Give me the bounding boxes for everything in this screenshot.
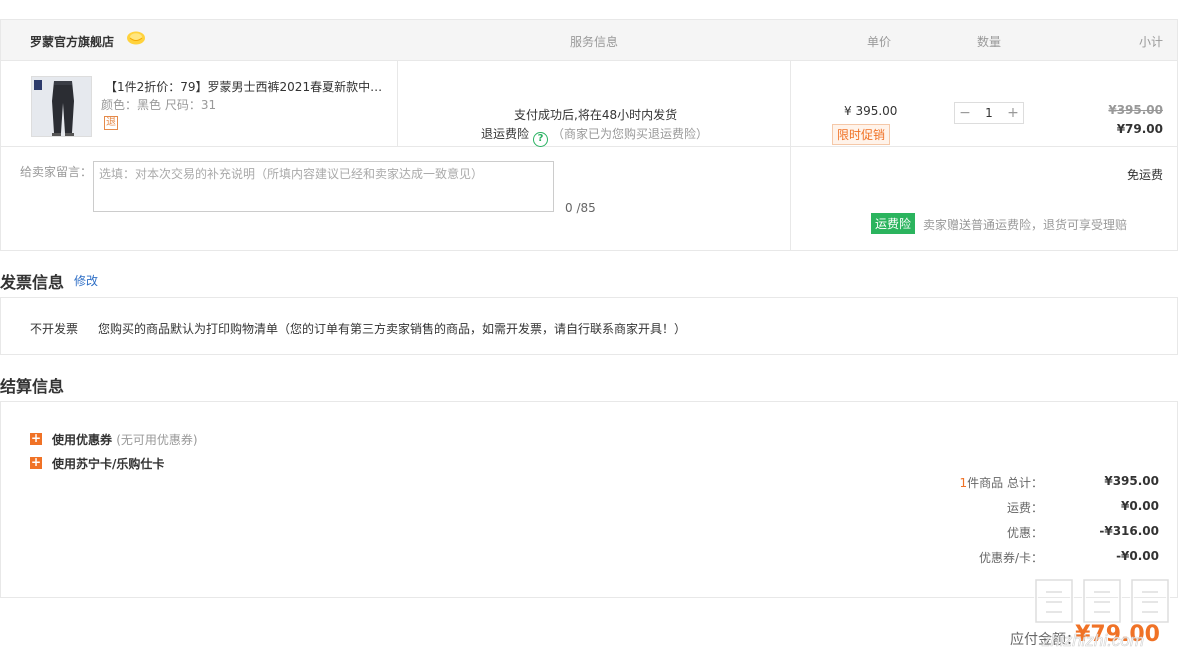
header-unit-price: 单价: [867, 35, 892, 49]
message-counter: 0 /85: [565, 201, 596, 215]
header-subtotal: 小计: [1138, 35, 1163, 49]
free-shipping-label: 免运费: [1126, 168, 1163, 182]
shipping-insurance-desc: 卖家赠送普通运费险，退货可享受理赔: [923, 218, 1128, 232]
coupon-label: 使用优惠券: [52, 433, 113, 447]
use-card-option[interactable]: 使用苏宁卡/乐购仕卡: [52, 455, 164, 472]
settlement-panel: + 使用优惠券 (无可用优惠券) + 使用苏宁卡/乐购仕卡 1件商品 总计： ¥…: [0, 401, 1178, 598]
amount-due-label: 应付金额：: [1010, 632, 1080, 648]
shipping-promise: 支付成功后,将在48小时内发货: [514, 108, 678, 122]
goods-total: ¥395.00: [1104, 474, 1159, 488]
product-image-icon: [32, 77, 91, 136]
store-name[interactable]: 罗蒙官方旗舰店: [30, 33, 114, 50]
item-count-label: 1件商品 总计：: [923, 474, 1043, 491]
invoice-title: 发票信息: [0, 273, 65, 292]
insurance-note: （商家已为您购买退运费险）: [552, 127, 709, 141]
original-subtotal: ¥395.00: [1108, 103, 1163, 117]
help-question-icon[interactable]: ?: [533, 132, 549, 147]
expand-plus-icon[interactable]: +: [30, 456, 42, 469]
invoice-panel: 不开发票 您购买的商品默认为打印购物清单（您的订单有第三方卖家销售的商品，如需开…: [0, 297, 1178, 355]
divider: [790, 61, 791, 147]
quantity-stepper: − 1 +: [954, 102, 1024, 124]
coupon-note: (无可用优惠券): [116, 433, 198, 447]
discount-label: 优惠：: [1006, 526, 1043, 540]
order-header: 罗蒙官方旗舰店 服务信息 单价 数量 小计: [1, 20, 1177, 61]
message-label: 给卖家留言：: [20, 165, 93, 179]
promo-tag: 限时促销: [832, 124, 891, 145]
amount-due: ¥79.00: [1075, 622, 1160, 647]
return-insurance-info: 退运费险? （商家已为您购买退运费险）: [481, 125, 708, 147]
divider: [790, 147, 791, 251]
return-tag: 退: [104, 116, 118, 130]
item-count-suffix: 件商品 总计：: [967, 476, 1043, 490]
order-panel: 罗蒙官方旗舰店 服务信息 单价 数量 小计 【1件2折价：79】罗蒙男士西裤20…: [0, 19, 1178, 251]
shipping-fee: ¥0.00: [1121, 499, 1159, 513]
header-quantity: 数量: [977, 35, 1002, 49]
invoice-description: 您购买的商品默认为打印购物清单（您的订单有第三方卖家销售的商品，如需开发票，请自…: [98, 322, 687, 336]
use-coupon-option[interactable]: 使用优惠券 (无可用优惠券): [52, 431, 198, 448]
shipping-insurance-tag: 运费险: [871, 213, 916, 234]
unit-price: ¥ 395.00: [844, 104, 898, 118]
quantity-value[interactable]: 1: [975, 106, 1003, 120]
divider: [397, 61, 398, 147]
settlement-title: 结算信息: [0, 377, 65, 396]
invoice-type: 不开发票: [30, 322, 79, 336]
expand-plus-icon[interactable]: +: [30, 432, 42, 445]
product-title[interactable]: 【1件2折价：79】罗蒙男士西裤2021春夏新款中青…: [105, 78, 387, 95]
invoice-edit-link[interactable]: 修改: [74, 272, 98, 289]
shipping-fee-label: 运费：: [1006, 501, 1043, 515]
product-thumbnail[interactable]: [31, 76, 92, 137]
product-spec: 颜色：黑色 尺码：31: [101, 98, 217, 112]
header-service: 服务信息: [570, 35, 619, 49]
increase-button[interactable]: +: [1005, 105, 1021, 121]
coupon-card-label: 优惠券/卡：: [978, 551, 1043, 565]
seller-message-input[interactable]: [93, 161, 554, 212]
product-row: 【1件2折价：79】罗蒙男士西裤2021春夏新款中青… 颜色：黑色 尺码：31 …: [1, 61, 1177, 147]
decrease-button[interactable]: −: [957, 105, 973, 121]
discount-value: -¥316.00: [1099, 524, 1159, 538]
subtotal: ¥79.00: [1116, 122, 1163, 136]
coupon-card-value: -¥0.00: [1116, 549, 1159, 563]
insurance-label: 退运费险: [481, 127, 530, 141]
store-badge-icon: [127, 31, 145, 45]
